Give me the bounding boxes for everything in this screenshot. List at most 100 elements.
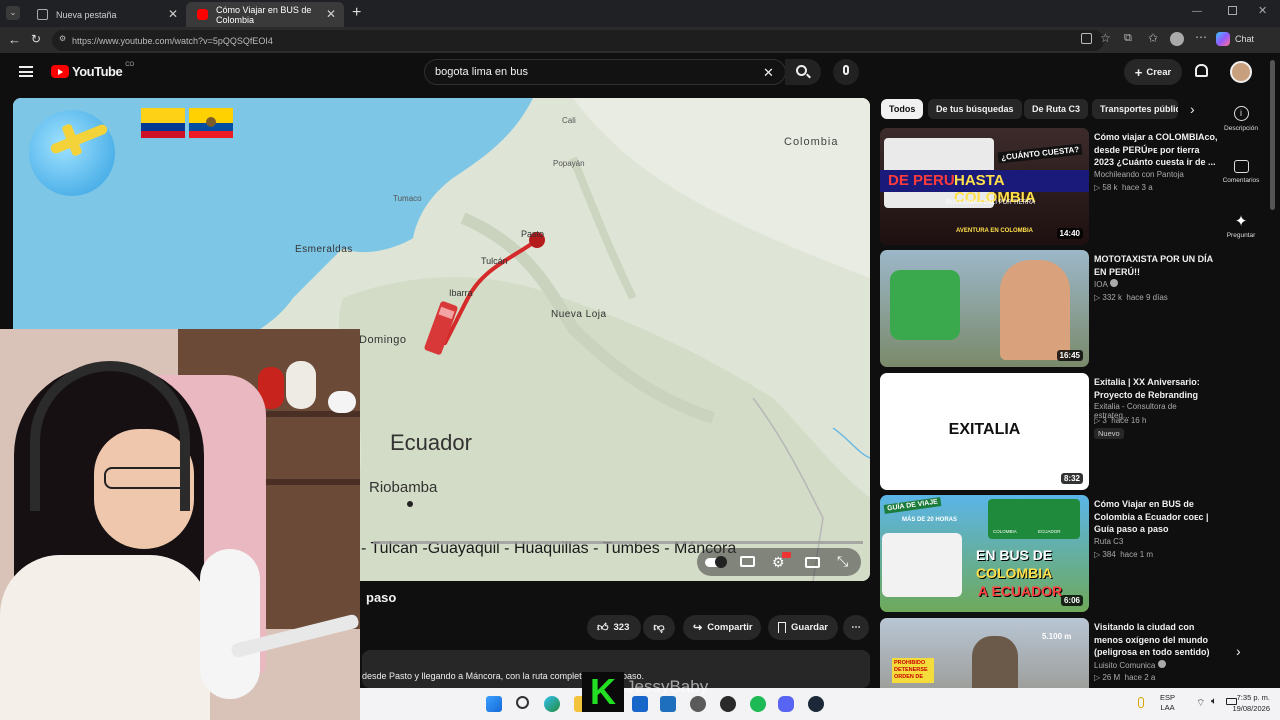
- video-thumbnail[interactable]: 16:45: [880, 250, 1089, 367]
- subtitles-icon[interactable]: [740, 556, 755, 567]
- new-tab-icon[interactable]: +: [352, 4, 361, 22]
- thumb-title-a: DE PERU: [888, 172, 955, 189]
- video-meta: ▷ 26 M hace 2 a: [1094, 673, 1156, 682]
- headphones-icon: [30, 361, 190, 511]
- search-icon[interactable]: [516, 696, 529, 709]
- rail-description[interactable]: i Descripción: [1220, 106, 1262, 132]
- video-title[interactable]: Cómo viajar a COLOMBIAᴄᴏ, desde PERÚᴘᴇ p…: [1094, 131, 1218, 169]
- scroll-next-icon[interactable]: ›: [1236, 643, 1241, 659]
- video-meta: ▷ 384 hace 1 m: [1094, 550, 1154, 559]
- save-button[interactable]: Guardar: [768, 615, 838, 640]
- language-indicator[interactable]: ESP LAA: [1160, 693, 1175, 713]
- chip-label: Transportes públic: [1100, 104, 1178, 114]
- tab-new[interactable]: Nueva pestaña ✕: [26, 2, 186, 27]
- app-icon[interactable]: [690, 696, 706, 712]
- recommendation-item[interactable]: ¿CUÁNTO CUESTA? DE PERU HASTA COLOMBIA R…: [880, 128, 1218, 246]
- site-info-icon[interactable]: ⚙: [59, 34, 66, 43]
- plush-toy-bear: [286, 361, 316, 409]
- search-query: bogota lima en bus: [435, 66, 528, 78]
- minimize-icon[interactable]: —: [1192, 6, 1202, 17]
- maximize-icon[interactable]: [1228, 6, 1237, 15]
- video-thumbnail[interactable]: ¿CUÁNTO CUESTA? DE PERU HASTA COLOMBIA R…: [880, 128, 1089, 245]
- channel-name[interactable]: Ruta C3: [1094, 537, 1123, 546]
- menu-icon[interactable]: [19, 66, 33, 77]
- chip-transportes[interactable]: Transportes públic: [1092, 99, 1178, 119]
- search-button[interactable]: [785, 59, 821, 85]
- page-scrollbar[interactable]: [1270, 60, 1275, 210]
- share-label: Compartir: [707, 622, 753, 633]
- share-button[interactable]: ↪ Compartir: [683, 615, 761, 640]
- discord-icon[interactable]: [778, 696, 794, 712]
- player-controls: ⚙ ⤡: [697, 548, 861, 576]
- account-avatar[interactable]: [1230, 61, 1252, 83]
- region-code: CO: [125, 61, 135, 68]
- mail-icon[interactable]: [632, 696, 648, 712]
- create-label: Crear: [1146, 66, 1172, 78]
- tab-active-video[interactable]: Cómo Viajar en BUS de Colombia ✕: [186, 2, 344, 27]
- channel-name[interactable]: Luisito Comunica: [1094, 660, 1166, 670]
- video-title[interactable]: Visitando la ciudad con menos oxígeno de…: [1094, 621, 1210, 659]
- close-icon[interactable]: ✕: [168, 7, 178, 21]
- rail-comments[interactable]: Comentarios: [1220, 160, 1262, 184]
- notifications-icon[interactable]: [1195, 64, 1208, 77]
- video-title[interactable]: Exitalia | XX Aniversario: Proyecto de R…: [1094, 376, 1218, 401]
- map-label-ecuador: Ecuador: [390, 430, 472, 455]
- tab-actions-icon[interactable]: ⌄: [6, 6, 20, 20]
- close-icon[interactable]: ✕: [326, 7, 336, 21]
- copilot-chat-button[interactable]: Chat: [1216, 32, 1254, 46]
- steam-icon[interactable]: [808, 696, 824, 712]
- video-thumbnail[interactable]: GUÍA DE VIAJE MÁS DE 20 HORAS COLOMBIA E…: [880, 495, 1089, 612]
- spotify-icon[interactable]: [750, 696, 766, 712]
- voice-search-button[interactable]: [833, 59, 859, 85]
- favorites-bar-icon[interactable]: ✩: [1148, 31, 1158, 45]
- camera-icon[interactable]: [720, 696, 736, 712]
- chip-todos[interactable]: Todos: [881, 99, 924, 119]
- volume-icon[interactable]: 🔈︎: [1211, 696, 1217, 707]
- clear-search-icon[interactable]: ✕: [763, 65, 774, 81]
- video-title[interactable]: Cómo Viajar en BUS de Colombia a Ecuador…: [1094, 498, 1218, 536]
- chips-next-icon[interactable]: ›: [1190, 101, 1195, 117]
- clock[interactable]: 7:35 p. m. 19/08/2026: [1228, 692, 1270, 714]
- url-field[interactable]: ⚙ https://www.youtube.com/watch?v=5pQQSQ…: [52, 30, 1104, 51]
- microphone-tray-icon[interactable]: [1138, 697, 1144, 708]
- progress-bar[interactable]: [373, 541, 863, 544]
- recommendation-item[interactable]: EXITALIA 8:32 Exitalia | XX Aniversario:…: [880, 373, 1210, 491]
- channel-name[interactable]: Mochileando con Pantoja: [1094, 170, 1184, 179]
- browser-extension-icon[interactable]: ⧉: [1124, 32, 1132, 45]
- edge-icon[interactable]: [544, 696, 560, 712]
- close-window-icon[interactable]: ✕: [1258, 4, 1267, 17]
- recommendation-item[interactable]: 16:45 MOTOTAXISTA POR UN DÍA EN PERÚ!! I…: [880, 250, 1213, 368]
- lang-b: LAA: [1160, 703, 1175, 712]
- dislike-button[interactable]: 👎︎: [643, 615, 675, 640]
- reload-icon[interactable]: ↻: [31, 32, 41, 46]
- more-icon[interactable]: ⋯: [1195, 30, 1207, 44]
- more-dots-icon: ⋯: [851, 622, 861, 633]
- recommendation-item[interactable]: GUÍA DE VIAJE MÁS DE 20 HORAS COLOMBIA E…: [880, 495, 1210, 613]
- video-thumbnail[interactable]: 5.100 m PROHIBIDO DETENERSE ORDEN DE: [880, 618, 1089, 688]
- search-input[interactable]: bogota lima en bus ✕: [424, 59, 786, 85]
- microphone-arm-icon: [200, 549, 260, 699]
- calendar-icon[interactable]: [660, 696, 676, 712]
- profile-avatar[interactable]: [1170, 32, 1184, 46]
- start-icon[interactable]: [486, 696, 502, 712]
- upload-age: hace 16 h: [1111, 416, 1147, 425]
- miniplayer-icon[interactable]: [805, 557, 820, 568]
- rail-ask[interactable]: ✦ Preguntar: [1220, 212, 1262, 239]
- youtube-logo[interactable]: YouTube CO: [51, 61, 135, 79]
- favorite-icon[interactable]: ☆: [1100, 31, 1111, 45]
- chip-busquedas[interactable]: De tus búsquedas: [928, 99, 1022, 119]
- upload-age: hace 9 días: [1126, 293, 1168, 302]
- back-icon[interactable]: ←: [8, 32, 21, 47]
- channel-name[interactable]: IOA: [1094, 279, 1118, 289]
- recommendation-item[interactable]: 5.100 m PROHIBIDO DETENERSE ORDEN DE Vis…: [880, 618, 1210, 688]
- video-title[interactable]: MOTOTAXISTA POR UN DÍA EN PERÚ!!: [1094, 253, 1218, 278]
- wifi-icon[interactable]: ⌔: [1196, 697, 1205, 710]
- create-button[interactable]: + Crear: [1124, 59, 1182, 85]
- video-thumbnail[interactable]: EXITALIA 8:32: [880, 373, 1089, 490]
- more-actions-button[interactable]: ⋯: [843, 615, 869, 640]
- extension-icon[interactable]: [1081, 33, 1092, 44]
- like-button[interactable]: 👍︎ 323: [587, 615, 641, 640]
- fullscreen-icon[interactable]: ⤡: [837, 553, 848, 570]
- duration-badge: 14:40: [1056, 228, 1083, 239]
- chip-ruta-c3[interactable]: De Ruta C3: [1024, 99, 1089, 119]
